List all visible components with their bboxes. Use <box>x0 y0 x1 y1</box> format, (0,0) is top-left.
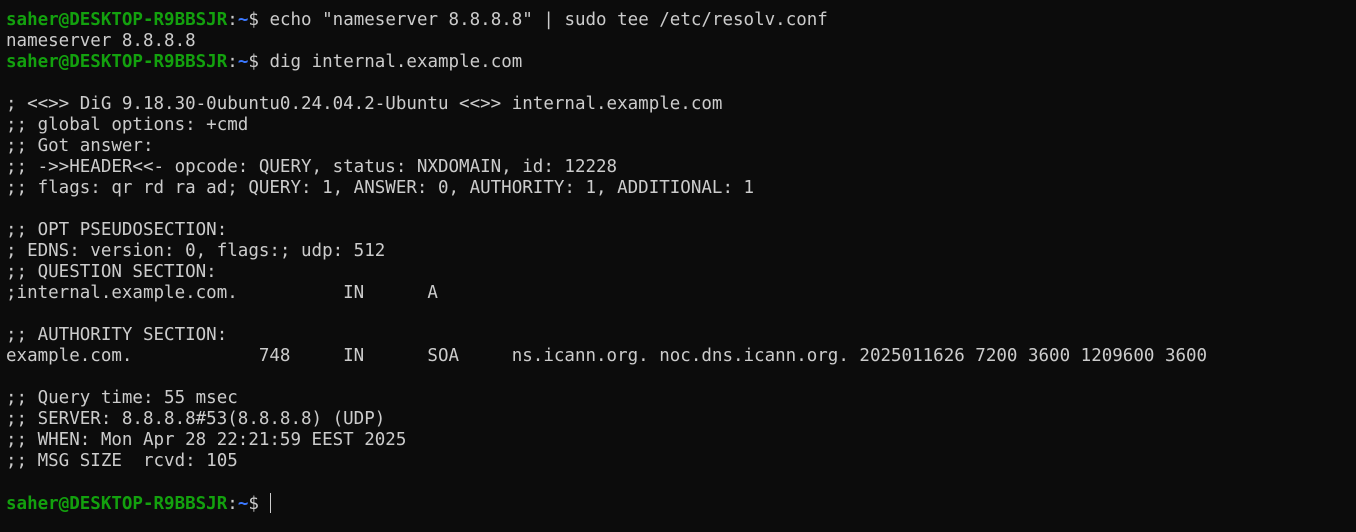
output-text: example.com. 748 IN SOA ns.icann.org. no… <box>6 346 1208 366</box>
output-text: ;; MSG SIZE rcvd: 105 <box>6 451 238 471</box>
prompt-line: saher@DESKTOP-R9BBSJR:~$ dig internal.ex… <box>6 52 1356 73</box>
output-line: ;; SERVER: 8.8.8.8#53(8.8.8.8) (UDP) <box>6 409 1356 430</box>
prompt-symbol: $ <box>248 10 270 30</box>
command-text: dig internal.example.com <box>269 52 523 72</box>
prompt-separator: : <box>227 52 238 72</box>
prompt-path: ~ <box>237 52 249 72</box>
prompt-user-host: saher@DESKTOP-R9BBSJR <box>6 52 228 72</box>
prompt-path: ~ <box>237 494 249 514</box>
output-line: ;; MSG SIZE rcvd: 105 <box>6 451 1356 472</box>
prompt-user-host: saher@DESKTOP-R9BBSJR <box>6 494 228 514</box>
output-text: ;; Got answer: <box>6 136 154 156</box>
prompt-line: saher@DESKTOP-R9BBSJR:~$ <box>6 493 1356 514</box>
output-line: ;; WHEN: Mon Apr 28 22:21:59 EEST 2025 <box>6 430 1356 451</box>
prompt-separator: : <box>227 10 238 30</box>
output-line: ;; global options: +cmd <box>6 115 1356 136</box>
output-line: ;; Got answer: <box>6 136 1356 157</box>
prompt-line: saher@DESKTOP-R9BBSJR:~$ echo "nameserve… <box>6 10 1356 31</box>
output-line: ;internal.example.com. IN A <box>6 283 1356 304</box>
output-text: ;; AUTHORITY SECTION: <box>6 325 228 345</box>
output-line: ;; flags: qr rd ra ad; QUERY: 1, ANSWER:… <box>6 178 1356 199</box>
output-line: ;; QUESTION SECTION: <box>6 262 1356 283</box>
output-text: ;; global options: +cmd <box>6 115 249 135</box>
output-text: ;; SERVER: 8.8.8.8#53(8.8.8.8) (UDP) <box>6 409 386 429</box>
output-line: ; <<>> DiG 9.18.30-0ubuntu0.24.04.2-Ubun… <box>6 94 1356 115</box>
output-line: ;; OPT PSEUDOSECTION: <box>6 220 1356 241</box>
output-text: ; <<>> DiG 9.18.30-0ubuntu0.24.04.2-Ubun… <box>6 94 723 114</box>
output-text: ;internal.example.com. IN A <box>6 283 438 303</box>
output-text: ;; ->>HEADER<<- opcode: QUERY, status: N… <box>6 157 618 177</box>
output-text: ;; Query time: 55 msec <box>6 388 238 408</box>
output-text: ;; WHEN: Mon Apr 28 22:21:59 EEST 2025 <box>6 430 407 450</box>
prompt-path: ~ <box>237 10 249 30</box>
output-text: ;; QUESTION SECTION: <box>6 262 217 282</box>
output-text: nameserver 8.8.8.8 <box>6 31 196 51</box>
prompt-symbol: $ <box>248 52 270 72</box>
output-line: ;; AUTHORITY SECTION: <box>6 325 1356 346</box>
command-text: echo "nameserver 8.8.8.8" | sudo tee /et… <box>269 10 828 30</box>
output-line: nameserver 8.8.8.8 <box>6 31 1356 52</box>
output-line: ; EDNS: version: 0, flags:; udp: 512 <box>6 241 1356 262</box>
prompt-separator: : <box>227 494 238 514</box>
text-cursor[interactable] <box>270 493 272 513</box>
output-line: ;; Query time: 55 msec <box>6 388 1356 409</box>
prompt-symbol: $ <box>248 494 270 514</box>
output-text: ;; flags: qr rd ra ad; QUERY: 1, ANSWER:… <box>6 178 755 198</box>
prompt-user-host: saher@DESKTOP-R9BBSJR <box>6 10 228 30</box>
output-text: ;; OPT PSEUDOSECTION: <box>6 220 228 240</box>
output-text: ; EDNS: version: 0, flags:; udp: 512 <box>6 241 386 261</box>
output-line: ;; ->>HEADER<<- opcode: QUERY, status: N… <box>6 157 1356 178</box>
terminal-window[interactable]: saher@DESKTOP-R9BBSJR:~$ echo "nameserve… <box>0 0 1356 532</box>
output-line: example.com. 748 IN SOA ns.icann.org. no… <box>6 346 1356 367</box>
